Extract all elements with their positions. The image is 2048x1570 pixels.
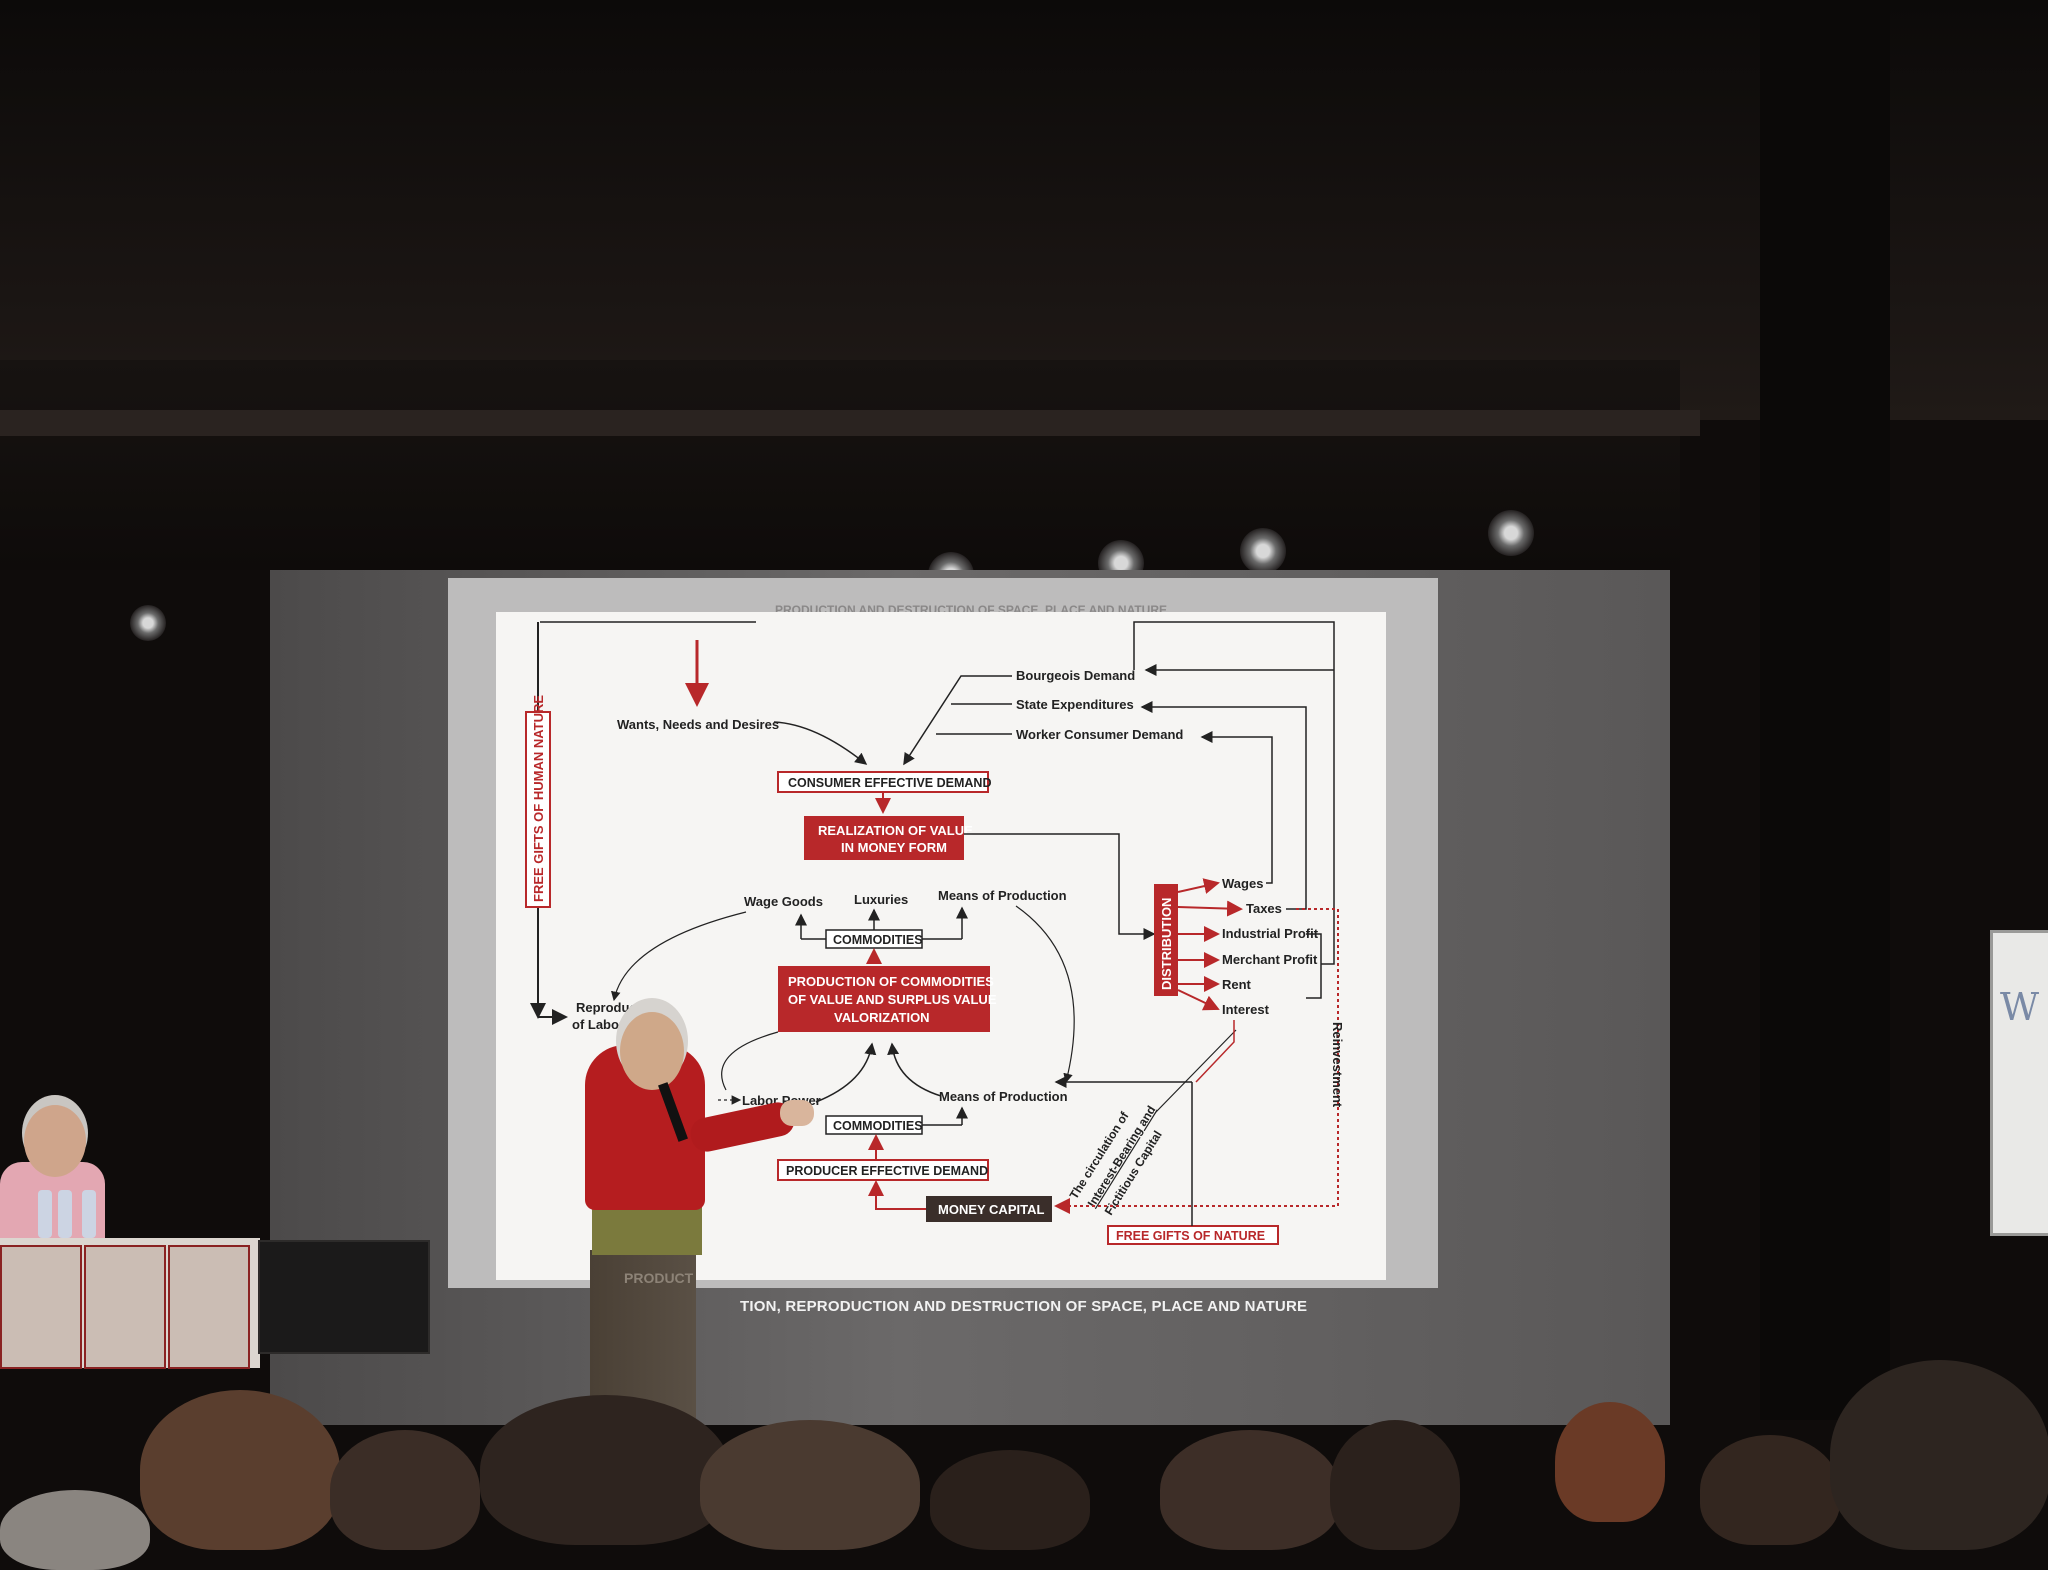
- audience-head: [140, 1390, 340, 1550]
- consumer-effective-demand: CONSUMER EFFECTIVE DEMAND: [788, 776, 991, 790]
- taxes: Taxes: [1246, 901, 1282, 916]
- commodities-bottom: COMMODITIES: [833, 1119, 923, 1133]
- means-of-production-bottom: Means of Production: [939, 1089, 1068, 1104]
- bourgeois-demand: Bourgeois Demand: [1016, 668, 1135, 683]
- audience-head: [1830, 1360, 2048, 1550]
- truss-bar: [0, 410, 1700, 436]
- money-capital: MONEY CAPITAL: [938, 1202, 1044, 1217]
- speaker-head: [620, 1012, 684, 1090]
- merchant-profit: Merchant Profit: [1222, 952, 1318, 967]
- stage-pillar: [1760, 0, 1890, 1420]
- table-poster: [0, 1245, 82, 1369]
- wage-goods: Wage Goods: [744, 894, 823, 909]
- stage-light: [1240, 528, 1286, 574]
- audience-head: [700, 1420, 920, 1550]
- whiteboard-writing: W: [2000, 985, 2040, 1029]
- production-line-2: OF VALUE AND SURPLUS VALUE: [788, 992, 997, 1007]
- wages: Wages: [1222, 876, 1263, 891]
- side-label: FREE GIFTS OF HUMAN NATURE: [531, 695, 546, 902]
- audience-head: [1555, 1402, 1665, 1522]
- stage-light: [130, 605, 166, 641]
- stage-light: [1488, 510, 1534, 556]
- luxuries: Luxuries: [854, 892, 908, 907]
- realization-line-1: REALIZATION OF VALUE: [818, 823, 973, 838]
- table-poster: [84, 1245, 166, 1369]
- speaker-hand: [780, 1100, 814, 1126]
- slide-caption: TION, REPRODUCTION AND DESTRUCTION OF SP…: [740, 1298, 1308, 1315]
- stage-chair: [258, 1240, 430, 1354]
- means-of-production-top: Means of Production: [938, 888, 1067, 903]
- water-bottle: [38, 1190, 52, 1238]
- trousers-print: PRODUCT: [624, 1270, 694, 1286]
- free-gifts-of-nature: FREE GIFTS OF NATURE: [1116, 1229, 1265, 1243]
- table-poster: [168, 1245, 250, 1369]
- ceiling: [0, 0, 2048, 420]
- realization-line-2: IN MONEY FORM: [841, 840, 947, 855]
- audience-head: [1160, 1430, 1340, 1550]
- production-line-1: PRODUCTION OF COMMODITIES: [788, 974, 994, 989]
- state-expenditures: State Expenditures: [1016, 697, 1134, 712]
- distribution-label: DISTRIBUTION: [1159, 898, 1174, 990]
- interest: Interest: [1222, 1002, 1270, 1017]
- audience-head: [0, 1490, 150, 1570]
- whiteboard: [1990, 930, 2048, 1236]
- lighting-truss: [0, 360, 1680, 570]
- audience-head: [330, 1430, 480, 1550]
- audience-head: [1700, 1435, 1840, 1545]
- audience-head: [480, 1395, 730, 1545]
- seated-panelist-head: [24, 1105, 86, 1177]
- water-bottle: [82, 1190, 96, 1238]
- industrial-profit: Industrial Profit: [1222, 926, 1319, 941]
- producer-effective-demand: PRODUCER EFFECTIVE DEMAND: [786, 1164, 988, 1178]
- audience-head: [1330, 1420, 1460, 1550]
- rent: Rent: [1222, 977, 1252, 992]
- audience-head: [930, 1450, 1090, 1550]
- reinvestment: Reinvestment: [1330, 1022, 1345, 1108]
- production-line-3: VALORIZATION: [834, 1010, 930, 1025]
- audience: [0, 1360, 2048, 1570]
- commodities-top: COMMODITIES: [833, 933, 923, 947]
- water-bottle: [58, 1190, 72, 1238]
- worker-consumer-demand: Worker Consumer Demand: [1016, 727, 1183, 742]
- wants-label: Wants, Needs and Desires: [617, 717, 779, 732]
